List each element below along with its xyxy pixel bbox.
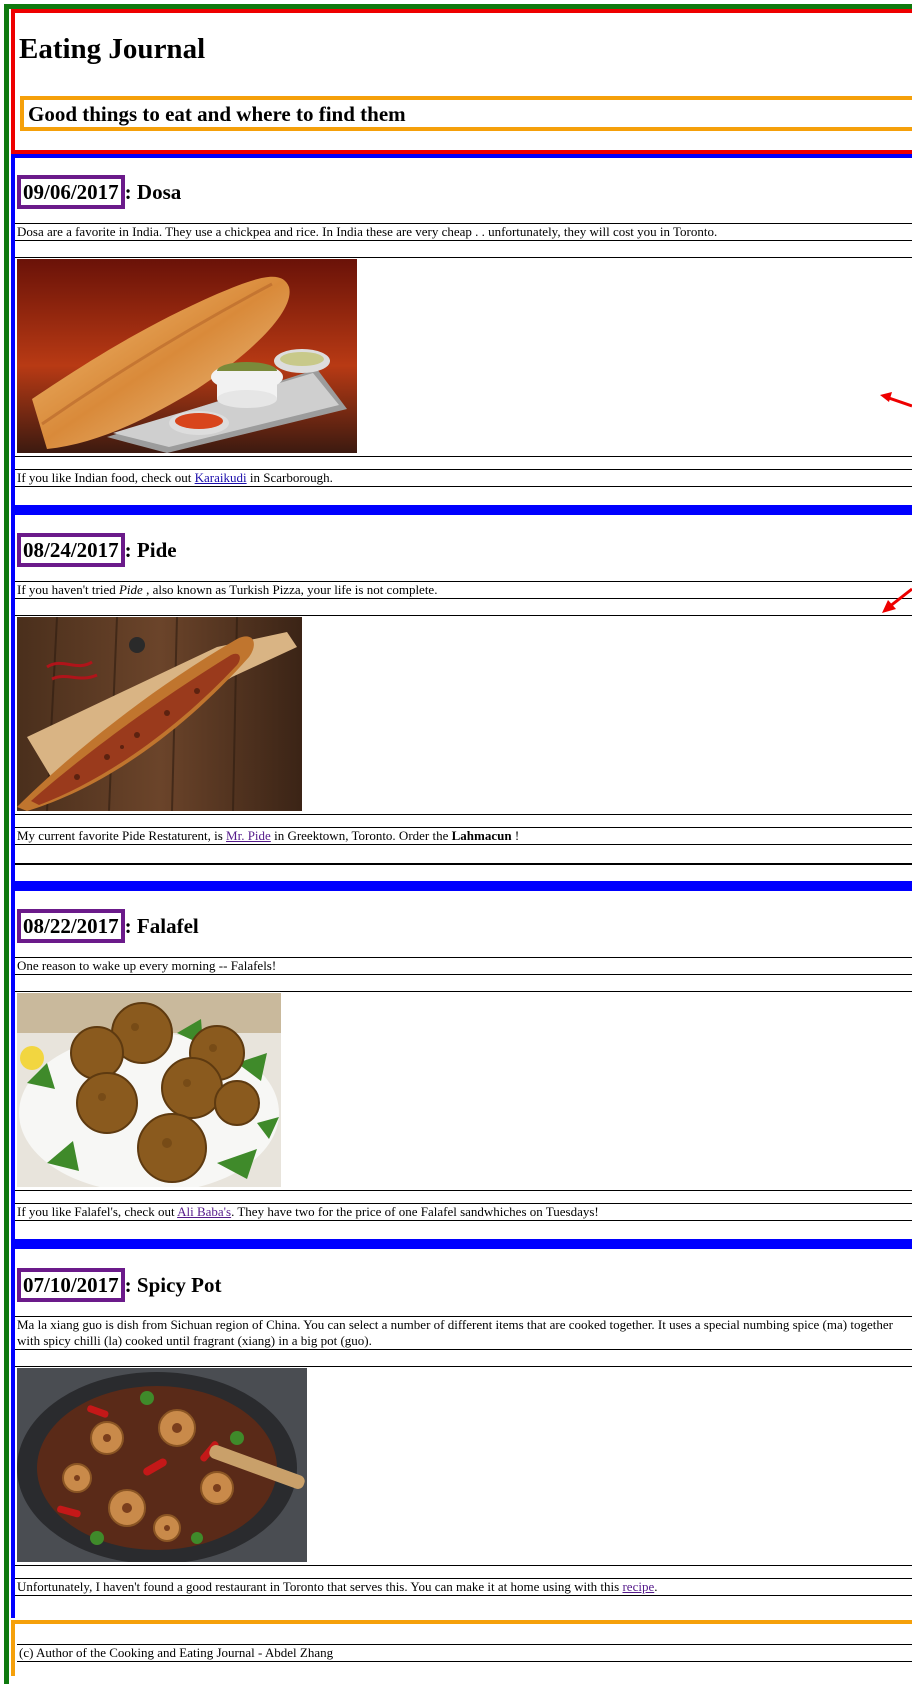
site-header: Eating Journal Good things to eat and wh… [11, 9, 912, 154]
pide-photo [17, 617, 302, 811]
entry-intro: Dosa are a favorite in India. They use a… [15, 223, 912, 241]
annotation-arrow-icon [882, 587, 912, 613]
entry-outro-text-end: in Scarborough. [246, 470, 333, 485]
mr-pide-link[interactable]: Mr. Pide [226, 828, 271, 843]
annotation-arrow-icon [880, 392, 912, 408]
entry-intro: If you haven't tried Pide , also known a… [15, 581, 912, 599]
entry-outro-text-end: . They have two for the price of one Fal… [231, 1204, 599, 1219]
entry-outro: If you like Indian food, check out Karai… [15, 469, 912, 487]
entry-intro: One reason to wake up every morning -- F… [15, 957, 912, 975]
entry-outro: Unfortunately, I haven't found a good re… [15, 1578, 912, 1596]
page-title: Eating Journal [19, 33, 206, 65]
pide-emphasis: Pide [118, 582, 143, 597]
section-bar [11, 154, 912, 158]
dosa-photo [17, 259, 357, 453]
entry-outro: My current favorite Pide Restaturent, is… [15, 827, 912, 845]
entry-image-box [15, 257, 912, 457]
entry-intro-text-end: , also known as Turkish Pizza, your life… [142, 582, 438, 597]
tagline-box: Good things to eat and where to find the… [20, 96, 912, 131]
entry-date: 07/10/2017 [17, 1268, 125, 1302]
entry-intro-text: If you haven't tried [17, 582, 119, 597]
footer-text: (c) Author of the Cooking and Eating Jou… [17, 1644, 912, 1662]
entry-name: : Falafel [124, 914, 199, 938]
entry-name: : Spicy Pot [124, 1273, 222, 1297]
ali-babas-link[interactable]: Ali Baba's [177, 1204, 231, 1219]
entry-outro-text: If you like Indian food, check out [17, 470, 195, 485]
entry-date: 08/24/2017 [17, 533, 125, 567]
section-bar [11, 881, 912, 891]
spicy-pot-photo [17, 1368, 307, 1562]
entry-name: : Dosa [124, 180, 182, 204]
lahmacun-strong: Lahmacun [451, 828, 512, 843]
section-bar [11, 505, 912, 515]
entry-title-dosa: 09/06/2017: Dosa [17, 175, 181, 209]
entry-outro-text: My current favorite Pide Restaturent, is [17, 828, 227, 843]
entry-intro: Ma la xiang guo is dish from Sichuan reg… [15, 1316, 912, 1350]
entry-title-falafel: 08/22/2017: Falafel [17, 909, 199, 943]
entry-date: 09/06/2017 [17, 175, 125, 209]
entry-outro-text-end: . [654, 1579, 658, 1594]
entry-outro-text-mid: in Greektown, Toronto. Order the [270, 828, 452, 843]
entry-outro-text-end: ! [511, 828, 520, 843]
entry-divider [15, 863, 912, 865]
entry-image-box [15, 991, 912, 1191]
entry-title-pide: 08/24/2017: Pide [17, 533, 177, 567]
entry-image-box [15, 615, 912, 815]
falafel-photo [17, 993, 281, 1187]
tagline: Good things to eat and where to find the… [28, 102, 406, 126]
section-bar [11, 1239, 912, 1249]
entry-image-box [15, 1366, 912, 1566]
entry-outro: If you like Falafel's, check out Ali Bab… [15, 1203, 912, 1221]
entry-date: 08/22/2017 [17, 909, 125, 943]
entry-name: : Pide [124, 538, 177, 562]
recipe-link[interactable]: recipe [622, 1579, 654, 1594]
karaikudi-link[interactable]: Karaikudi [195, 470, 247, 485]
site-footer: (c) Author of the Cooking and Eating Jou… [11, 1620, 912, 1676]
entry-title-spicy-pot: 07/10/2017: Spicy Pot [17, 1268, 222, 1302]
entry-outro-text: If you like Falafel's, check out [17, 1204, 178, 1219]
entry-outro-text: Unfortunately, I haven't found a good re… [17, 1579, 623, 1594]
